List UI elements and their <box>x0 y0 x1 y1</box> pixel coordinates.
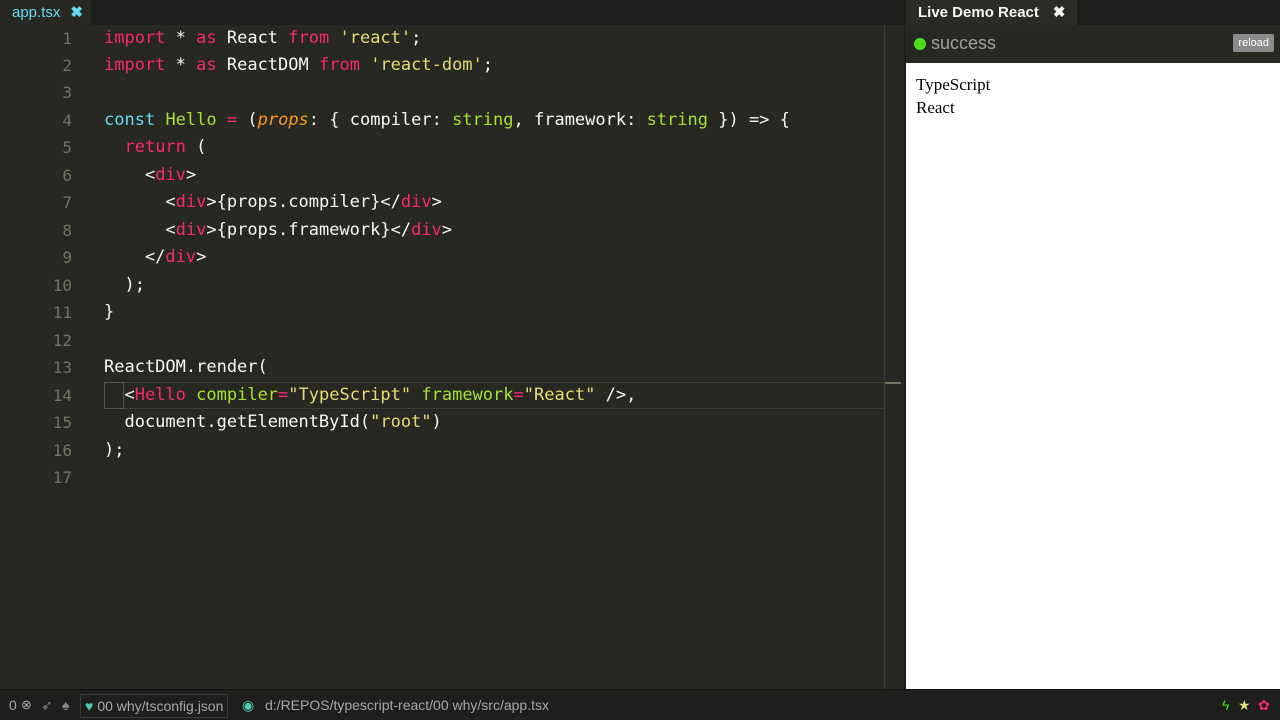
tab-label: app.tsx <box>12 4 61 21</box>
tsconfig-button[interactable]: ♥ 00 why/tsconfig.json <box>80 694 229 718</box>
scrollbar-marker <box>885 382 901 384</box>
line-number: 11 <box>52 303 72 322</box>
code-line: 7 <div>{props.compiler}</div> <box>0 189 884 216</box>
code-line: 13 ReactDOM.render( <box>0 354 884 381</box>
line-number: 1 <box>62 29 72 48</box>
code-text: document.getElementById("root") <box>104 412 442 432</box>
tab-label: Live Demo React <box>918 4 1039 21</box>
code-text: <div> <box>104 165 197 185</box>
code-line: 16 ); <box>0 437 884 464</box>
code-text: ReactDOM.render( <box>104 357 268 377</box>
code-line: 3 <box>0 79 884 106</box>
code-text: const Hello = (props: { compiler: string… <box>104 110 790 130</box>
code-line: 17 <box>0 464 884 491</box>
line-number: 14 <box>52 386 72 405</box>
code-line: 8 <div>{props.framework}</div> <box>0 217 884 244</box>
preview-status-bar: success reload <box>906 25 1280 63</box>
code-text: import * as React from 'react'; <box>104 28 422 48</box>
editor-scrollbar[interactable] <box>884 25 905 689</box>
line-number: 3 <box>62 83 72 102</box>
code-line: 6 <div> <box>0 162 884 189</box>
code-text: <Hello compiler="TypeScript" framework="… <box>104 385 637 405</box>
line-number: 10 <box>52 276 72 295</box>
tsconfig-label: 00 why/tsconfig.json <box>97 698 224 714</box>
rocket-icon[interactable]: ➶ <box>41 690 53 720</box>
code-text: <div>{props.framework}</div> <box>104 220 453 240</box>
tab-live-demo[interactable]: Live Demo React ✖ <box>906 0 1078 25</box>
preview-compiler-text: TypeScript <box>916 75 991 94</box>
line-number: 9 <box>62 248 72 267</box>
code-line: 14 <Hello compiler="TypeScript" framewor… <box>0 382 884 409</box>
tab-app-tsx[interactable]: app.tsx ✖ <box>0 0 91 25</box>
code-line: 4 const Hello = (props: { compiler: stri… <box>0 107 884 134</box>
check-circle-icon[interactable]: ⊗ <box>21 690 32 720</box>
eye-icon[interactable]: ◉ <box>242 690 254 720</box>
code-text: import * as ReactDOM from 'react-dom'; <box>104 55 494 75</box>
file-path: d:/REPOS/typescript-react/00 why/src/app… <box>265 697 549 713</box>
code-editor[interactable]: 1 import * as React from 'react'; 2 impo… <box>0 25 899 689</box>
line-number: 8 <box>62 221 72 240</box>
line-number: 12 <box>52 331 72 350</box>
code-text: <div>{props.compiler}</div> <box>104 192 442 212</box>
line-number: 5 <box>62 138 72 157</box>
code-line: 1 import * as React from 'react'; <box>0 25 884 52</box>
reload-button[interactable]: reload <box>1233 34 1274 52</box>
preview-framework-text: React <box>916 98 955 117</box>
code-text: </div> <box>104 247 207 267</box>
code-text: } <box>104 302 115 322</box>
status-bar: 0 ⊗ ➶ ♠ ♥ 00 why/tsconfig.json ◉ d:/REPOS… <box>0 689 1280 720</box>
line-number: 7 <box>62 193 72 212</box>
star-icon[interactable]: ★ <box>1238 690 1251 720</box>
code-text: return ( <box>124 137 207 157</box>
line-number: 2 <box>62 56 72 75</box>
code-line: 2 import * as ReactDOM from 'react-dom'; <box>0 52 884 79</box>
line-number: 16 <box>52 441 72 460</box>
status-dot-icon <box>914 38 926 50</box>
code-text: ); <box>104 440 125 460</box>
code-line: 5 return ( <box>0 134 884 161</box>
code-line: 9 </div> <box>0 244 884 271</box>
status-text: success <box>931 33 997 53</box>
code-line: 12 <box>0 327 884 354</box>
line-number: 17 <box>52 468 72 487</box>
close-icon[interactable]: ✖ <box>1053 4 1066 21</box>
flower-icon[interactable]: ✿ <box>1258 690 1270 720</box>
line-number: 13 <box>52 358 72 377</box>
heartbeat-icon: ♥ <box>85 698 94 714</box>
code-line: 15 document.getElementById("root") <box>0 409 884 436</box>
line-number: 15 <box>52 413 72 432</box>
code-line: 10 ); <box>0 272 884 299</box>
line-number: 6 <box>62 166 72 185</box>
editor-tab-bar: app.tsx ✖ <box>0 0 904 25</box>
preview-tab-bar: Live Demo React ✖ <box>906 0 1280 25</box>
line-number: 4 <box>62 111 72 130</box>
tree-icon[interactable]: ♠ <box>62 690 69 720</box>
close-icon[interactable]: ✖ <box>70 4 83 21</box>
error-count[interactable]: 0 <box>9 690 17 720</box>
code-text: ); <box>104 275 145 295</box>
code-line: 11 } <box>0 299 884 326</box>
bolt-icon[interactable]: ϟ <box>1222 690 1229 720</box>
preview-content: TypeScript React <box>906 63 1280 689</box>
